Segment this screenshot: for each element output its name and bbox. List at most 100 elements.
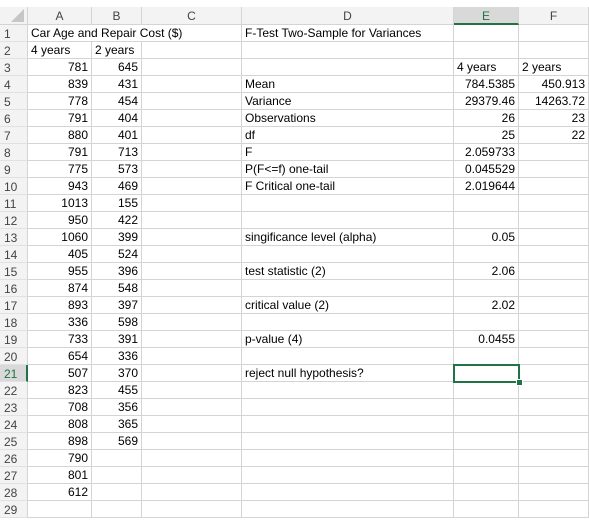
cell-b17[interactable]: 397 — [92, 297, 142, 314]
cell-e1[interactable] — [454, 25, 519, 42]
cell-d29[interactable] — [242, 501, 454, 518]
cell-e20[interactable] — [454, 348, 519, 365]
row-header-16[interactable]: 16 — [0, 280, 28, 297]
cell-d10[interactable]: F Critical one-tail — [242, 178, 454, 195]
cell-c29[interactable] — [142, 501, 242, 518]
cell-a13[interactable]: 1060 — [28, 229, 92, 246]
cell-c17[interactable] — [142, 297, 242, 314]
cell-b15[interactable]: 396 — [92, 263, 142, 280]
cell-d5[interactable]: Variance — [242, 93, 454, 110]
cell-e17[interactable]: 2.02 — [454, 297, 519, 314]
cell-c24[interactable] — [142, 416, 242, 433]
cell-a16[interactable]: 874 — [28, 280, 92, 297]
row-header-24[interactable]: 24 — [0, 416, 28, 433]
cell-e15[interactable]: 2.06 — [454, 263, 519, 280]
cell-c4[interactable] — [142, 76, 242, 93]
cell-d2[interactable] — [242, 42, 454, 59]
column-header-b[interactable]: B — [92, 7, 142, 25]
cell-b13[interactable]: 399 — [92, 229, 142, 246]
cell-d6[interactable]: Observations — [242, 110, 454, 127]
cell-e19[interactable]: 0.0455 — [454, 331, 519, 348]
cell-a17[interactable]: 893 — [28, 297, 92, 314]
cell-d19[interactable]: p-value (4) — [242, 331, 454, 348]
active-cell-selection[interactable] — [453, 364, 520, 383]
cell-d15[interactable]: test statistic (2) — [242, 263, 454, 280]
cell-d22[interactable] — [242, 382, 454, 399]
cell-a10[interactable]: 943 — [28, 178, 92, 195]
cell-c25[interactable] — [142, 433, 242, 450]
cell-e23[interactable] — [454, 399, 519, 416]
cell-c28[interactable] — [142, 484, 242, 501]
cell-d14[interactable] — [242, 246, 454, 263]
cell-d8[interactable]: F — [242, 144, 454, 161]
cell-f4[interactable]: 450.913 — [519, 76, 589, 93]
row-header-12[interactable]: 12 — [0, 212, 28, 229]
row-header-13[interactable]: 13 — [0, 229, 28, 246]
row-header-6[interactable]: 6 — [0, 110, 28, 127]
cell-d27[interactable] — [242, 467, 454, 484]
cell-b21[interactable]: 370 — [92, 365, 142, 382]
row-header-25[interactable]: 25 — [0, 433, 28, 450]
row-header-17[interactable]: 17 — [0, 297, 28, 314]
cell-c16[interactable] — [142, 280, 242, 297]
cell-b27[interactable] — [92, 467, 142, 484]
cell-f9[interactable] — [519, 161, 589, 178]
cell-d17[interactable]: critical value (2) — [242, 297, 454, 314]
cell-c18[interactable] — [142, 314, 242, 331]
cell-f25[interactable] — [519, 433, 589, 450]
cell-e28[interactable] — [454, 484, 519, 501]
cell-b10[interactable]: 469 — [92, 178, 142, 195]
row-header-5[interactable]: 5 — [0, 93, 28, 110]
row-header-11[interactable]: 11 — [0, 195, 28, 212]
cell-d4[interactable]: Mean — [242, 76, 454, 93]
cell-c22[interactable] — [142, 382, 242, 399]
fill-handle[interactable] — [516, 379, 523, 386]
cell-b23[interactable]: 356 — [92, 399, 142, 416]
column-header-e[interactable]: E — [454, 7, 519, 25]
cell-e14[interactable] — [454, 246, 519, 263]
cell-e24[interactable] — [454, 416, 519, 433]
cell-d16[interactable] — [242, 280, 454, 297]
cell-f27[interactable] — [519, 467, 589, 484]
row-header-9[interactable]: 9 — [0, 161, 28, 178]
cell-f11[interactable] — [519, 195, 589, 212]
cell-f7[interactable]: 22 — [519, 127, 589, 144]
cell-d28[interactable] — [242, 484, 454, 501]
cell-a8[interactable]: 791 — [28, 144, 92, 161]
row-header-1[interactable]: 1 — [0, 25, 28, 42]
cell-c23[interactable] — [142, 399, 242, 416]
cell-a11[interactable]: 1013 — [28, 195, 92, 212]
cell-d26[interactable] — [242, 450, 454, 467]
column-header-f[interactable]: F — [519, 7, 589, 25]
cell-f28[interactable] — [519, 484, 589, 501]
cell-d23[interactable] — [242, 399, 454, 416]
cell-f10[interactable] — [519, 178, 589, 195]
cell-e7[interactable]: 25 — [454, 127, 519, 144]
cell-c9[interactable] — [142, 161, 242, 178]
cell-e22[interactable] — [454, 382, 519, 399]
cell-d7[interactable]: df — [242, 127, 454, 144]
cell-b14[interactable]: 524 — [92, 246, 142, 263]
cell-a23[interactable]: 708 — [28, 399, 92, 416]
cell-d24[interactable] — [242, 416, 454, 433]
cell-a24[interactable]: 808 — [28, 416, 92, 433]
cell-b25[interactable]: 569 — [92, 433, 142, 450]
cell-f15[interactable] — [519, 263, 589, 280]
cell-e6[interactable]: 26 — [454, 110, 519, 127]
cell-c5[interactable] — [142, 93, 242, 110]
cell-f26[interactable] — [519, 450, 589, 467]
cell-e25[interactable] — [454, 433, 519, 450]
cell-b12[interactable]: 422 — [92, 212, 142, 229]
cell-f6[interactable]: 23 — [519, 110, 589, 127]
cell-f21[interactable] — [519, 365, 589, 382]
cell-f29[interactable] — [519, 501, 589, 518]
cell-c19[interactable] — [142, 331, 242, 348]
cell-a9[interactable]: 775 — [28, 161, 92, 178]
row-header-21[interactable]: 21 — [0, 365, 28, 382]
row-header-22[interactable]: 22 — [0, 382, 28, 399]
cell-b7[interactable]: 401 — [92, 127, 142, 144]
cell-e18[interactable] — [454, 314, 519, 331]
cell-f13[interactable] — [519, 229, 589, 246]
cell-a6[interactable]: 791 — [28, 110, 92, 127]
cell-b20[interactable]: 336 — [92, 348, 142, 365]
